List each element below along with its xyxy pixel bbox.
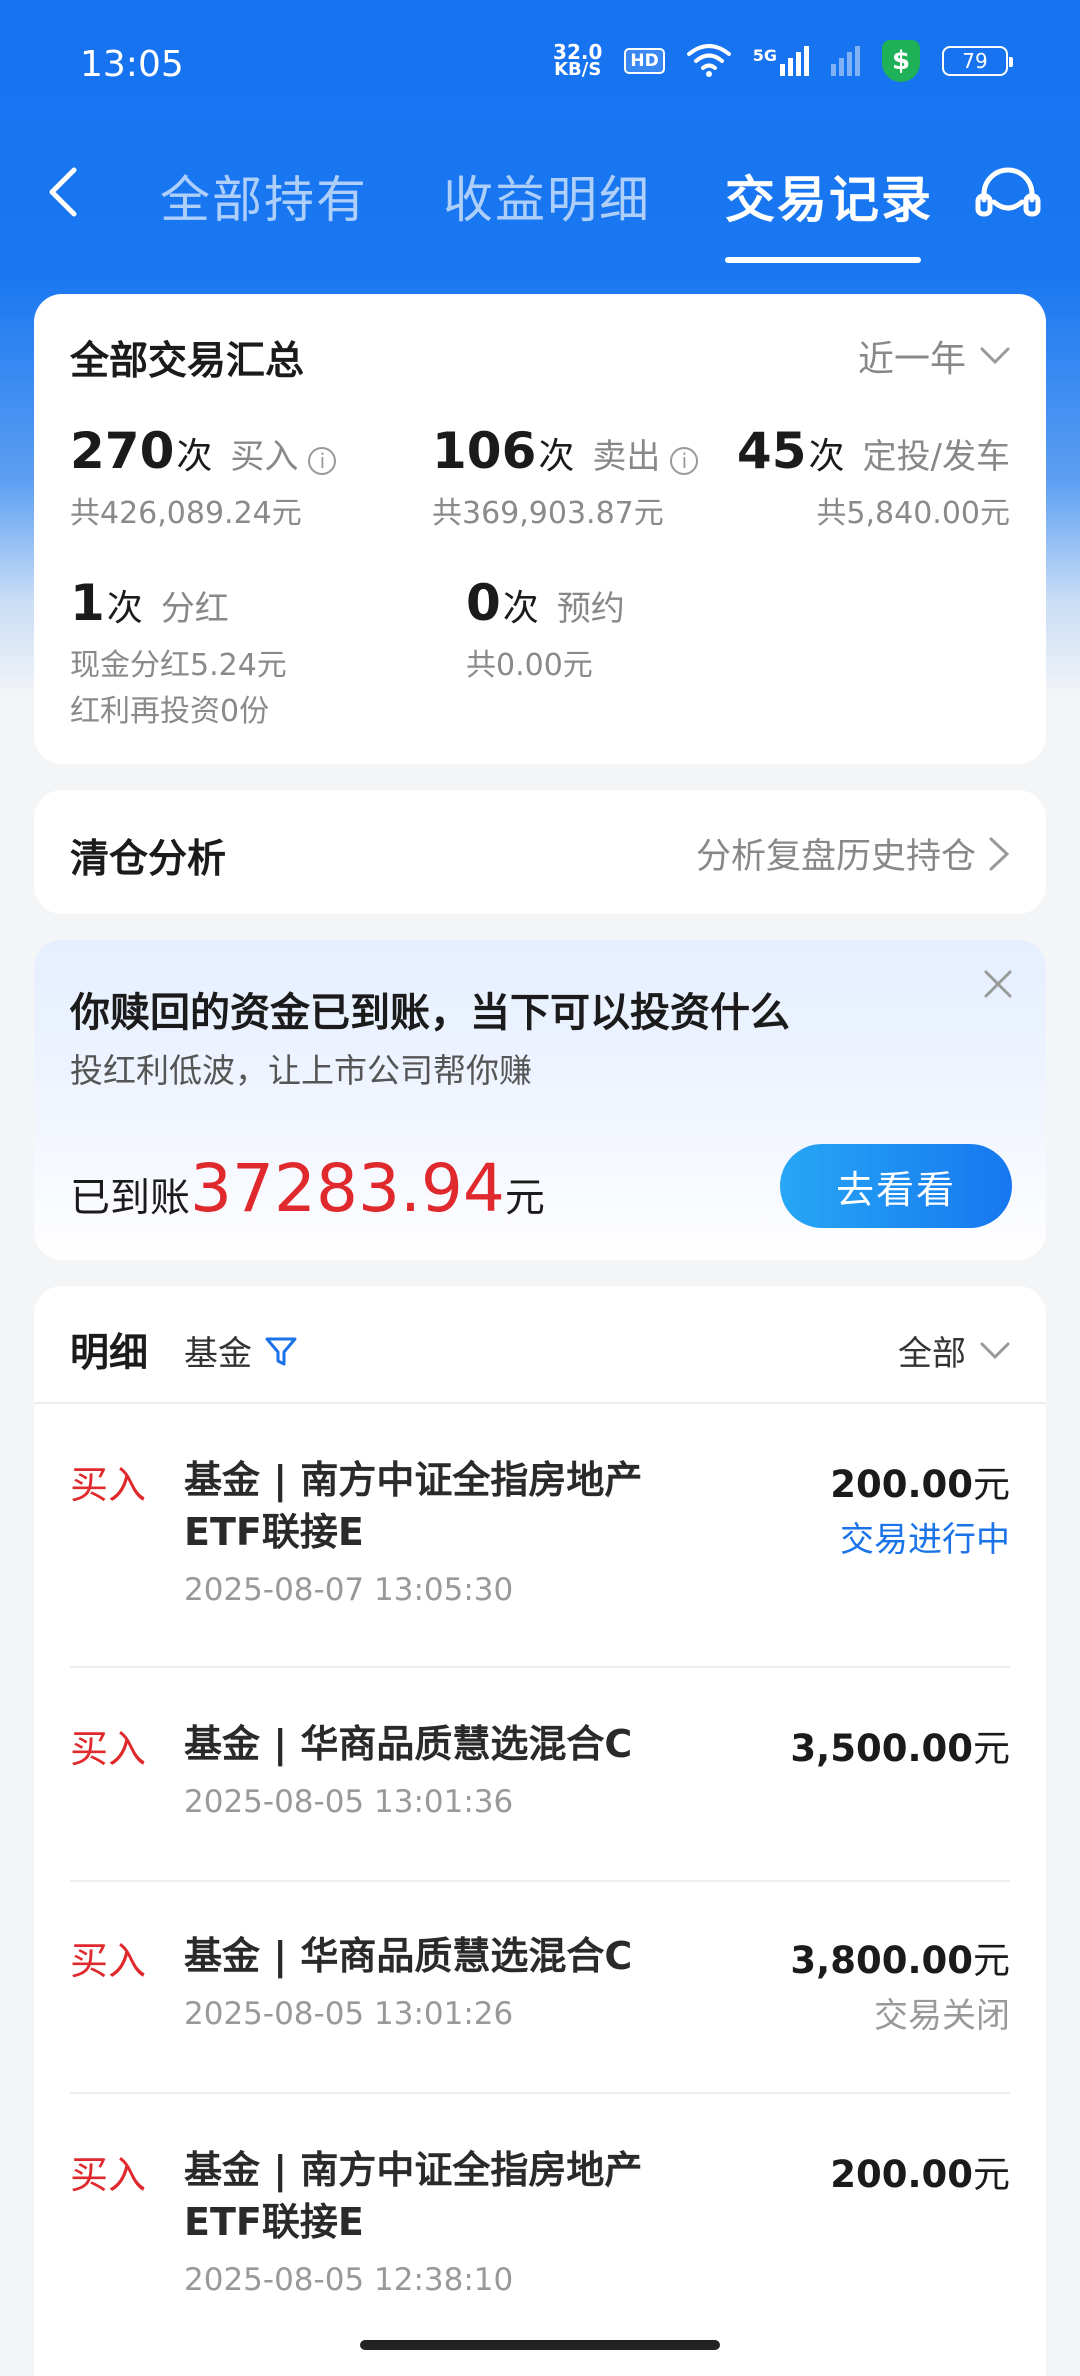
scope-selector[interactable]: 全部 xyxy=(898,1326,1010,1375)
hd-icon: HD xyxy=(624,48,665,74)
transaction-summary-card: 全部交易汇总 近一年 270 次 买入 i 共426,089.24元 106 次… xyxy=(34,294,1046,764)
stat-buy-label: 买入 xyxy=(230,437,299,477)
status-icons: 32.0 KB/S HD 5G $ 79 xyxy=(553,40,1013,82)
transaction-name: 基金 | 华商品质慧选混合C xyxy=(184,1934,633,1978)
chevron-down-icon xyxy=(980,347,1010,365)
stat-dividend[interactable]: 1 次 分红 现金分红5.24元 红利再投资0份 xyxy=(70,574,287,730)
promo-amount: 37283.94 xyxy=(190,1150,505,1227)
promo-amount-row: 已到账 37283.94 元 xyxy=(70,1150,545,1227)
transaction-date: 2025-08-05 12:38:10 xyxy=(184,2262,514,2298)
home-indicator[interactable] xyxy=(360,2340,720,2350)
transaction-type: 买入 xyxy=(70,2153,147,2197)
signal-2-icon xyxy=(831,46,860,76)
stat-sell-total: 共369,903.87元 xyxy=(432,496,664,531)
redemption-promo-card: 你赎回的资金已到账，当下可以投资什么 投红利低波，让上市公司帮你赚 已到账 37… xyxy=(34,940,1046,1260)
active-tab-indicator xyxy=(725,257,921,263)
period-selector[interactable]: 近一年 xyxy=(858,330,1010,382)
stat-reservation-total: 共0.00元 xyxy=(466,648,593,683)
transaction-amount: 200.00元 xyxy=(830,2153,1010,2196)
close-icon[interactable] xyxy=(980,966,1016,1002)
stat-dividend-cash: 现金分红5.24元 xyxy=(70,648,287,683)
tab-earnings-detail[interactable]: 收益明细 xyxy=(443,160,651,232)
status-bar: 13:05 32.0 KB/S HD 5G $ 79 xyxy=(0,0,1080,130)
headset-icon xyxy=(975,167,1041,217)
promo-title: 你赎回的资金已到账，当下可以投资什么 xyxy=(70,990,790,1036)
fund-filter[interactable]: 基金 xyxy=(184,1326,298,1375)
stat-dividend-count: 1 xyxy=(70,574,105,632)
transaction-type: 买入 xyxy=(70,1939,147,1983)
stat-dividend-label: 分红 xyxy=(160,589,229,629)
stat-auto-invest-label: 定投/发车 xyxy=(862,437,1010,477)
transaction-type: 买入 xyxy=(70,1727,147,1771)
customer-service-button[interactable] xyxy=(972,160,1044,232)
transaction-status: 交易关闭 xyxy=(874,1996,1010,2036)
transaction-date: 2025-08-05 13:01:26 xyxy=(184,1996,514,2032)
stat-sell-label: 卖出 xyxy=(592,437,661,477)
transaction-type: 买入 xyxy=(70,1463,147,1507)
transaction-amount: 3,800.00元 xyxy=(790,1939,1010,1982)
transaction-name: 基金 | 华商品质慧选混合C xyxy=(184,1722,633,1766)
stat-auto-invest-count: 45 xyxy=(736,422,807,480)
transaction-detail-card: 明细 基金 全部 买入 基金 | 南方中证全指房地产ETF联接E 2025-08… xyxy=(34,1286,1046,2376)
tab-all-holdings[interactable]: 全部持有 xyxy=(160,160,368,232)
transaction-date: 2025-08-07 13:05:30 xyxy=(184,1572,514,1608)
stat-reservation-count: 0 xyxy=(466,574,501,632)
clearance-analysis-card[interactable]: 清仓分析 分析复盘历史持仓 xyxy=(34,790,1046,914)
transaction-row[interactable]: 买入 基金 | 华商品质慧选混合C 2025-08-05 13:01:36 3,… xyxy=(70,1718,1010,1828)
battery-icon: 79 xyxy=(942,46,1013,76)
stat-auto-invest[interactable]: 45 次 定投/发车 共5,840.00元 xyxy=(737,422,1010,532)
summary-title: 全部交易汇总 xyxy=(70,339,305,384)
stat-buy-total: 共426,089.24元 xyxy=(70,496,302,531)
stat-buy[interactable]: 270 次 买入 i 共426,089.24元 xyxy=(70,422,337,532)
transaction-row[interactable]: 买入 基金 | 华商品质慧选混合C 2025-08-05 13:01:26 3,… xyxy=(70,1930,1010,2040)
back-button[interactable] xyxy=(36,162,96,222)
top-nav: 全部持有 收益明细 交易记录 xyxy=(0,140,1080,270)
stat-sell-count: 106 xyxy=(432,422,537,480)
divider xyxy=(70,1880,1010,1882)
back-arrow-icon xyxy=(49,167,77,217)
detail-header: 明细 基金 全部 xyxy=(34,1286,1046,1404)
clearance-link[interactable]: 分析复盘历史持仓 xyxy=(696,828,1010,879)
promo-subtitle: 投红利低波，让上市公司帮你赚 xyxy=(70,1051,532,1090)
divider xyxy=(70,2092,1010,2094)
transaction-row[interactable]: 买入 基金 | 南方中证全指房地产ETF联接E 2025-08-07 13:05… xyxy=(70,1454,1010,1614)
transaction-name: 基金 | 南方中证全指房地产ETF联接E xyxy=(184,2148,643,2244)
divider xyxy=(70,1666,1010,1668)
stat-reservation[interactable]: 0 次 预约 共0.00元 xyxy=(466,574,625,684)
chevron-right-icon xyxy=(989,837,1010,870)
transaction-status: 交易进行中 xyxy=(840,1520,1010,1560)
transaction-row[interactable]: 买入 基金 | 南方中证全指房地产ETF联接E 2025-08-05 12:38… xyxy=(70,2144,1010,2304)
detail-title: 明细 xyxy=(70,1331,149,1376)
clearance-title: 清仓分析 xyxy=(70,837,227,882)
filter-icon xyxy=(265,1337,297,1365)
stat-sell[interactable]: 106 次 卖出 i 共369,903.87元 xyxy=(432,422,699,532)
tab-transaction-records[interactable]: 交易记录 xyxy=(725,160,933,232)
info-icon[interactable]: i xyxy=(308,447,337,475)
stat-dividend-reinvest: 红利再投资0份 xyxy=(70,694,270,729)
status-time: 13:05 xyxy=(80,44,184,85)
stat-reservation-label: 预约 xyxy=(556,589,625,629)
security-shield-icon: $ xyxy=(882,40,920,82)
signal-5g-icon: 5G xyxy=(753,46,809,76)
stat-auto-invest-total: 共5,840.00元 xyxy=(816,496,1010,531)
go-see-button[interactable]: 去看看 xyxy=(780,1144,1012,1228)
network-speed: 32.0 KB/S xyxy=(553,40,603,80)
transaction-date: 2025-08-05 13:01:36 xyxy=(184,1784,514,1820)
stat-buy-count: 270 xyxy=(70,422,175,480)
chevron-down-icon xyxy=(980,1342,1010,1359)
wifi-icon xyxy=(686,44,731,77)
period-label: 近一年 xyxy=(857,339,966,380)
info-icon[interactable]: i xyxy=(670,447,699,475)
transaction-amount: 3,500.00元 xyxy=(790,1727,1010,1770)
transaction-name: 基金 | 南方中证全指房地产ETF联接E xyxy=(184,1458,643,1554)
transaction-amount: 200.00元 xyxy=(830,1463,1010,1506)
